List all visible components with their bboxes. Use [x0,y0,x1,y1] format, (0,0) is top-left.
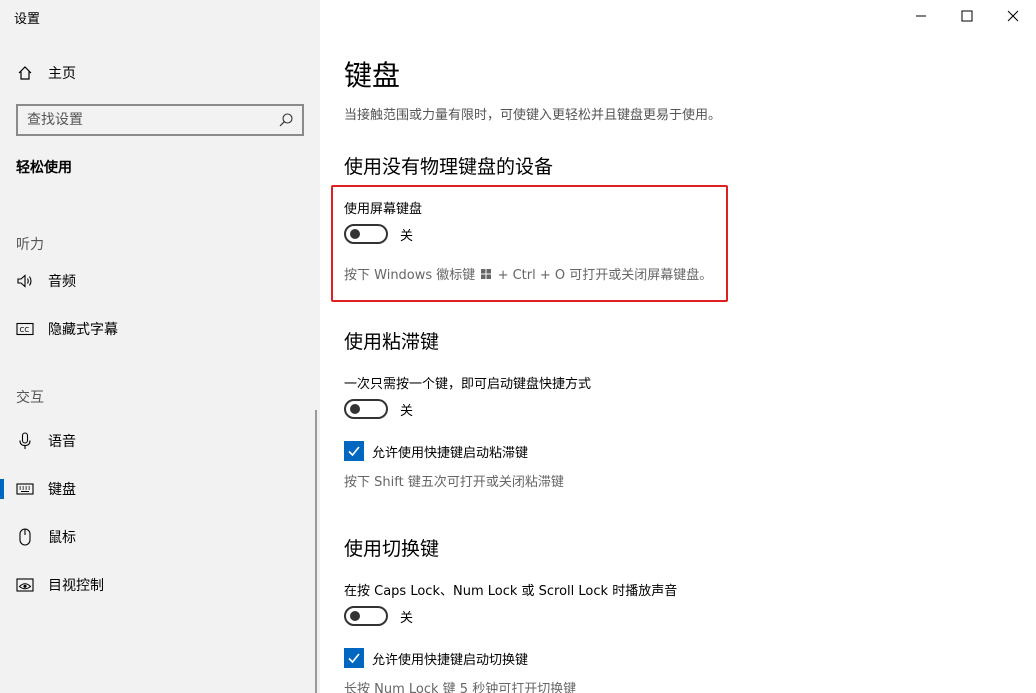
section-header-interaction: 交互 [16,390,44,406]
sidebar-group-title: 轻松使用 [16,160,72,176]
svg-text:CC: CC [20,326,30,334]
section-title-sticky-keys: 使用粘滞键 [344,331,440,353]
sidebar: 设置 主页 轻松使用 听力 音频 CC 隐藏式字幕 交互 语音 [0,0,320,693]
sidebar-item-eye-control[interactable]: 目视控制 [0,565,320,605]
checkbox-label: 允许使用快捷键启动粘滞键 [372,445,529,461]
sidebar-item-audio[interactable]: 音频 [0,261,320,301]
toggle-keys-shortcut-checkbox[interactable]: 允许使用快捷键启动切换键 [344,648,528,668]
keyboard-icon [16,480,34,498]
toggle-knob [350,404,360,414]
checkbox-label: 允许使用快捷键启动切换键 [372,652,529,668]
nav-home-label: 主页 [48,66,76,82]
sticky-keys-toggle[interactable]: 关 [344,399,413,419]
speaker-icon [16,272,34,290]
main-content: 键盘 当接触范围或力量有限时，可使键入更轻松并且键盘更易于使用。 使用没有物理键… [320,0,1036,693]
closed-caption-icon: CC [16,320,34,338]
toggle-state: 关 [400,403,414,419]
section-title-toggle-keys: 使用切换键 [344,538,440,560]
toggle-keys-hint: 长按 Num Lock 键 5 秒钟可打开切换键 [344,682,577,693]
toggle-knob [350,611,360,621]
sidebar-item-label: 目视控制 [48,578,104,594]
toggle-keys-label: 在按 Caps Lock、Num Lock 或 Scroll Lock 时播放声… [344,584,678,599]
selection-indicator [0,479,4,499]
toggle-keys-toggle[interactable]: 关 [344,606,413,626]
section-header-hearing: 听力 [16,237,44,253]
mouse-icon [16,528,34,546]
home-icon [16,64,34,82]
eye-control-icon [16,576,34,594]
search-box[interactable] [16,104,304,136]
sidebar-item-keyboard[interactable]: 键盘 [0,469,320,509]
page-description: 当接触范围或力量有限时，可使键入更轻松并且键盘更易于使用。 [344,108,722,123]
sidebar-item-label: 语音 [48,434,76,450]
nav-home[interactable]: 主页 [0,53,320,93]
sticky-keys-label: 一次只需按一个键，即可启动键盘快捷方式 [344,377,592,392]
toggle-state: 关 [400,610,414,626]
toggle-track[interactable] [344,399,388,419]
sidebar-item-label: 隐藏式字幕 [48,322,118,338]
section-title-osk: 使用没有物理键盘的设备 [344,156,554,178]
sidebar-scrollbar[interactable] [315,410,317,693]
highlight-box [331,185,728,302]
sticky-keys-hint: 按下 Shift 键五次可打开或关闭粘滞键 [344,475,564,490]
microphone-icon [16,432,34,450]
sticky-keys-shortcut-checkbox[interactable]: 允许使用快捷键启动粘滞键 [344,441,528,461]
app-title: 设置 [14,12,41,27]
sidebar-item-mouse[interactable]: 鼠标 [0,517,320,557]
sidebar-item-label: 键盘 [48,482,76,498]
toggle-track[interactable] [344,606,388,626]
sidebar-item-speech[interactable]: 语音 [0,421,320,461]
page-title: 键盘 [344,59,401,92]
search-icon[interactable] [278,112,294,128]
sidebar-item-label: 鼠标 [48,530,76,546]
sidebar-item-captions[interactable]: CC 隐藏式字幕 [0,309,320,349]
checkbox-checked-icon[interactable] [344,648,364,668]
sidebar-item-label: 音频 [48,274,76,290]
checkbox-checked-icon[interactable] [344,441,364,461]
search-input[interactable] [18,112,268,128]
